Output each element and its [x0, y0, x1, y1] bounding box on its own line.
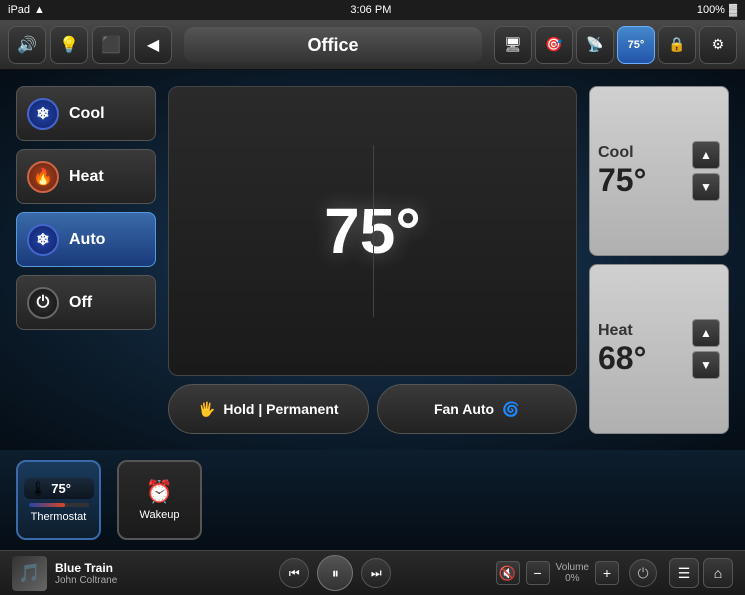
heat-setpoint-info: Heat 68° [598, 322, 646, 377]
heat-icon: 🔥 [27, 161, 59, 193]
cool-up-button[interactable]: ▲ [692, 141, 720, 169]
auto-icon: ❄ [27, 224, 59, 256]
volume-label: Volume 0% [556, 562, 589, 584]
thermostat-widget[interactable]: 🌡 75° Thermostat [16, 460, 101, 540]
cool-setpoint-arrows: ▲ ▼ [692, 141, 720, 201]
fan-label: Fan Auto [434, 401, 494, 417]
widget-temp-value: 75° [51, 481, 71, 496]
heat-label: Heat [69, 168, 104, 186]
back-button[interactable]: ◀ [134, 26, 172, 64]
next-button[interactable]: ⏭ [361, 558, 391, 588]
widget-temp-bar [29, 503, 89, 507]
transport-controls: ⏮ ⏸ ⏭ [183, 555, 488, 591]
status-bar: iPad ▲ 3:06 PM 100% ▓ [0, 0, 745, 20]
cool-mode-button[interactable]: ❄ Cool [16, 86, 156, 141]
heat-setpoint-temp: 68° [598, 340, 646, 377]
track-title: Blue Train [55, 561, 175, 575]
settings-button[interactable]: ⚙ [699, 26, 737, 64]
widget-bar: 🌡 75° Thermostat ⏰ Wakeup [0, 450, 745, 550]
battery-icon: ▓ [729, 4, 737, 16]
heat-setpoint-arrows: ▲ ▼ [692, 319, 720, 379]
battery-label: 100% [697, 4, 725, 16]
wakeup-icon: ⏰ [146, 479, 173, 505]
device-label: iPad [8, 4, 30, 16]
cool-setpoint-label: Cool [598, 144, 634, 162]
camera-button[interactable]: 🎯 [535, 26, 573, 64]
page-title: Office [184, 27, 482, 63]
widget-temp-display: 🌡 75° [24, 478, 94, 499]
current-temp: 75° [324, 194, 421, 268]
track-info: Blue Train John Coltrane [55, 561, 175, 586]
temperature-display: 75° [168, 86, 577, 376]
hold-label: Hold | Permanent [223, 401, 338, 417]
volume-section: 🔇 − Volume 0% + ⏻ [496, 559, 657, 587]
hold-icon: 🖐 [198, 401, 215, 418]
cool-setpoint-info: Cool 75° [598, 144, 646, 199]
lock-button[interactable]: 🔒 [658, 26, 696, 64]
time-display: 3:06 PM [350, 4, 391, 16]
album-art: 🎵 [12, 556, 47, 591]
fan-button[interactable]: Fan Auto 🌀 [377, 384, 578, 434]
cool-label: Cool [69, 105, 105, 123]
heat-setpoint-card: Heat 68° ▲ ▼ [589, 264, 729, 434]
heat-down-button[interactable]: ▼ [692, 351, 720, 379]
cool-icon: ❄ [27, 98, 59, 130]
cool-down-button[interactable]: ▼ [692, 173, 720, 201]
center-display: 75° 🖐 Hold | Permanent Fan Auto 🌀 [168, 86, 577, 434]
mode-panel: ❄ Cool 🔥 Heat ❄ Auto ⏻ Off [16, 86, 156, 434]
home-button[interactable]: ⌂ [703, 558, 733, 588]
heat-mode-button[interactable]: 🔥 Heat [16, 149, 156, 204]
track-artist: John Coltrane [55, 575, 175, 586]
off-icon: ⏻ [27, 287, 59, 319]
thermostat-widget-label: Thermostat [31, 511, 87, 523]
prev-button[interactable]: ⏮ [279, 558, 309, 588]
cool-setpoint-temp: 75° [598, 162, 646, 199]
vol-down-button[interactable]: − [526, 561, 550, 585]
widget-temp-fill [29, 503, 65, 507]
pause-button[interactable]: ⏸ [317, 555, 353, 591]
hold-button[interactable]: 🖐 Hold | Permanent [168, 384, 369, 434]
auto-label: Auto [69, 231, 105, 249]
right-nav-buttons: ☰ ⌂ [669, 558, 733, 588]
vol-up-button[interactable]: + [595, 561, 619, 585]
list-button[interactable]: ☰ [669, 558, 699, 588]
signal-button[interactable]: 📡 [576, 26, 614, 64]
heat-setpoint-label: Heat [598, 322, 633, 340]
heat-up-button[interactable]: ▲ [692, 319, 720, 347]
off-mode-button[interactable]: ⏻ Off [16, 275, 156, 330]
bottom-bar: 🎵 Blue Train John Coltrane ⏮ ⏸ ⏭ 🔇 − Vol… [0, 550, 745, 595]
main-content: ❄ Cool 🔥 Heat ❄ Auto ⏻ Off 75° 🖐 Hold | … [0, 70, 745, 450]
power-button[interactable]: ⏻ [629, 559, 657, 587]
security-button[interactable]: ⬛ [92, 26, 130, 64]
auto-mode-button[interactable]: ❄ Auto [16, 212, 156, 267]
off-label: Off [69, 294, 92, 312]
nav-bar: 🔊 💡 ⬛ ◀ Office 🖥 🎯 📡 75° 🔒 ⚙ [0, 20, 745, 70]
wakeup-widget[interactable]: ⏰ Wakeup [117, 460, 202, 540]
bottom-controls: 🖐 Hold | Permanent Fan Auto 🌀 [168, 384, 577, 434]
display-button[interactable]: 🖥 [494, 26, 532, 64]
wifi-icon: ▲ [34, 4, 45, 16]
lighting-button[interactable]: 💡 [50, 26, 88, 64]
cool-setpoint-card: Cool 75° ▲ ▼ [589, 86, 729, 256]
setpoint-panel: Cool 75° ▲ ▼ Heat 68° ▲ ▼ [589, 86, 729, 434]
fan-icon: 🌀 [502, 401, 519, 418]
mute-button[interactable]: 🔇 [496, 561, 520, 585]
audio-button[interactable]: 🔊 [8, 26, 46, 64]
temp-button[interactable]: 75° [617, 26, 655, 64]
wakeup-widget-label: Wakeup [140, 509, 180, 521]
